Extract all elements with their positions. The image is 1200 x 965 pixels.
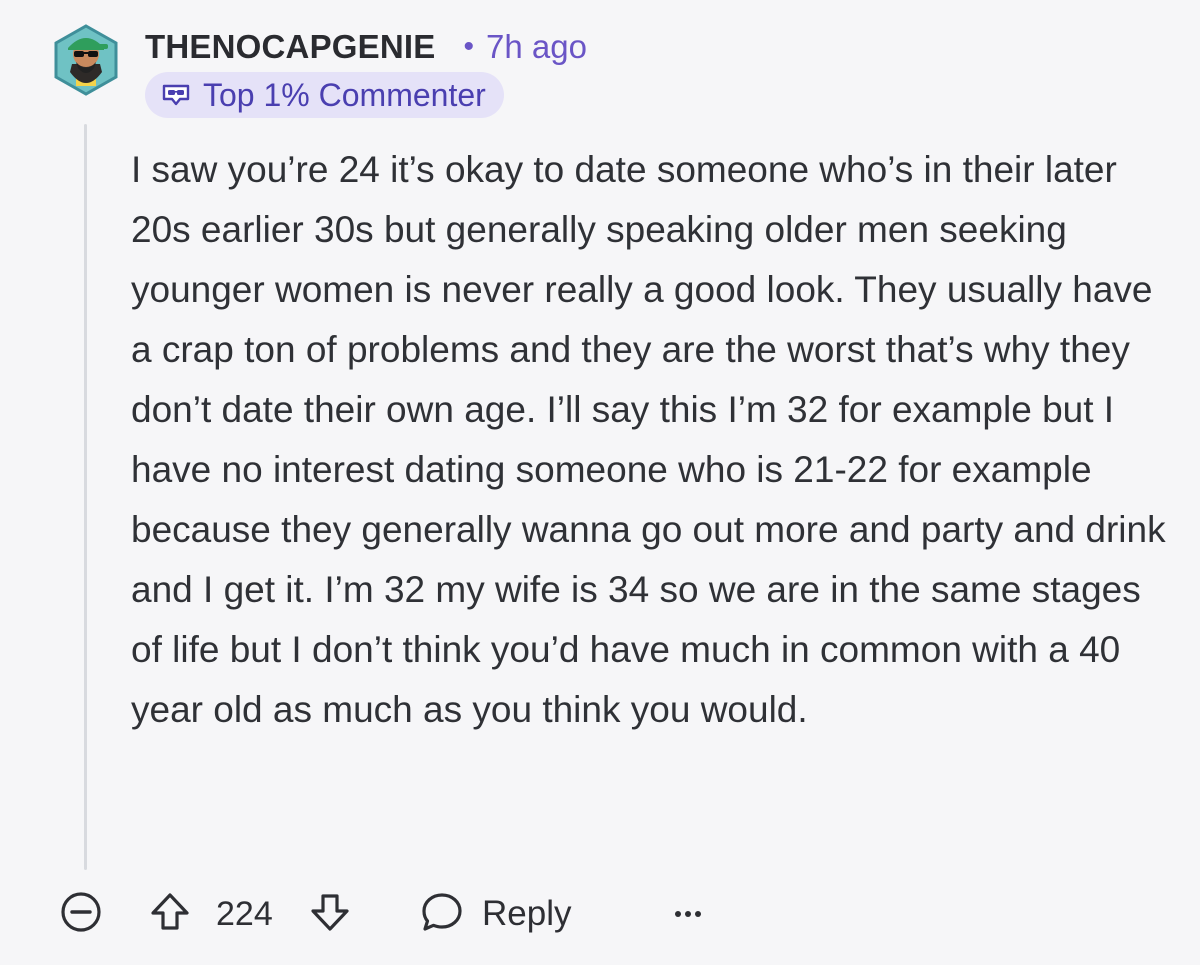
- reply-icon: [420, 890, 464, 939]
- comment-actions: 224 Reply: [58, 884, 758, 944]
- downvote-icon: [308, 890, 352, 939]
- downvote-button[interactable]: [306, 884, 354, 944]
- badge-label: Top 1% Commenter: [203, 76, 486, 113]
- upvote-icon: [148, 890, 192, 939]
- comment: THENOCAPGENIE • 7h ago Top 1% Commenter …: [0, 0, 1200, 965]
- username[interactable]: THENOCAPGENIE: [145, 28, 435, 66]
- more-options-button[interactable]: [668, 884, 708, 944]
- collapse-button[interactable]: [58, 884, 104, 944]
- commenter-badge[interactable]: Top 1% Commenter: [145, 72, 504, 118]
- top-commenter-badge-icon: [161, 82, 191, 108]
- separator-dot: •: [463, 30, 474, 63]
- vote-score: 224: [216, 894, 273, 933]
- upvote-button[interactable]: [146, 884, 194, 944]
- avatar[interactable]: [50, 24, 122, 96]
- reply-button[interactable]: Reply: [420, 884, 571, 944]
- reply-label: Reply: [482, 894, 572, 933]
- timestamp[interactable]: 7h ago: [486, 28, 587, 66]
- thread-line[interactable]: [84, 124, 87, 870]
- more-options-icon: [675, 911, 701, 917]
- collapse-icon: [59, 890, 103, 939]
- comment-body: I saw you’re 24 it’s okay to date someon…: [131, 149, 1166, 730]
- comment-header: THENOCAPGENIE • 7h ago: [145, 24, 587, 70]
